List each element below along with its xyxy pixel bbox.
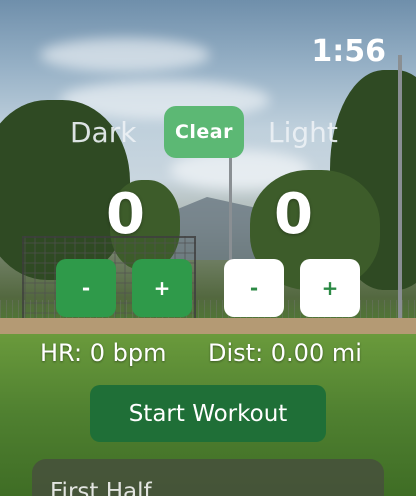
watch-screen: 1:56 Dark Clear Light 0 0 - + - + HR: 0 … xyxy=(0,0,416,496)
background-cloud xyxy=(40,38,210,72)
dark-score: 0 xyxy=(106,182,145,247)
light-minus-button[interactable]: - xyxy=(224,259,284,317)
start-workout-button[interactable]: Start Workout xyxy=(90,385,326,442)
background-pole xyxy=(398,55,402,335)
background-dirt xyxy=(0,318,416,334)
clear-button[interactable]: Clear xyxy=(164,106,244,158)
period-card[interactable]: First Half xyxy=(32,459,384,496)
team-light-label: Light xyxy=(268,116,338,149)
clock-time: 1:56 xyxy=(311,34,386,69)
background-pole xyxy=(229,150,232,270)
light-plus-button[interactable]: + xyxy=(300,259,360,317)
team-dark-label: Dark xyxy=(70,116,137,149)
distance-readout: Dist: 0.00 mi xyxy=(208,339,362,367)
dark-plus-button[interactable]: + xyxy=(132,259,192,317)
heart-rate-readout: HR: 0 bpm xyxy=(40,339,167,367)
light-score: 0 xyxy=(274,182,313,247)
dark-minus-button[interactable]: - xyxy=(56,259,116,317)
period-label: First Half xyxy=(50,479,152,496)
